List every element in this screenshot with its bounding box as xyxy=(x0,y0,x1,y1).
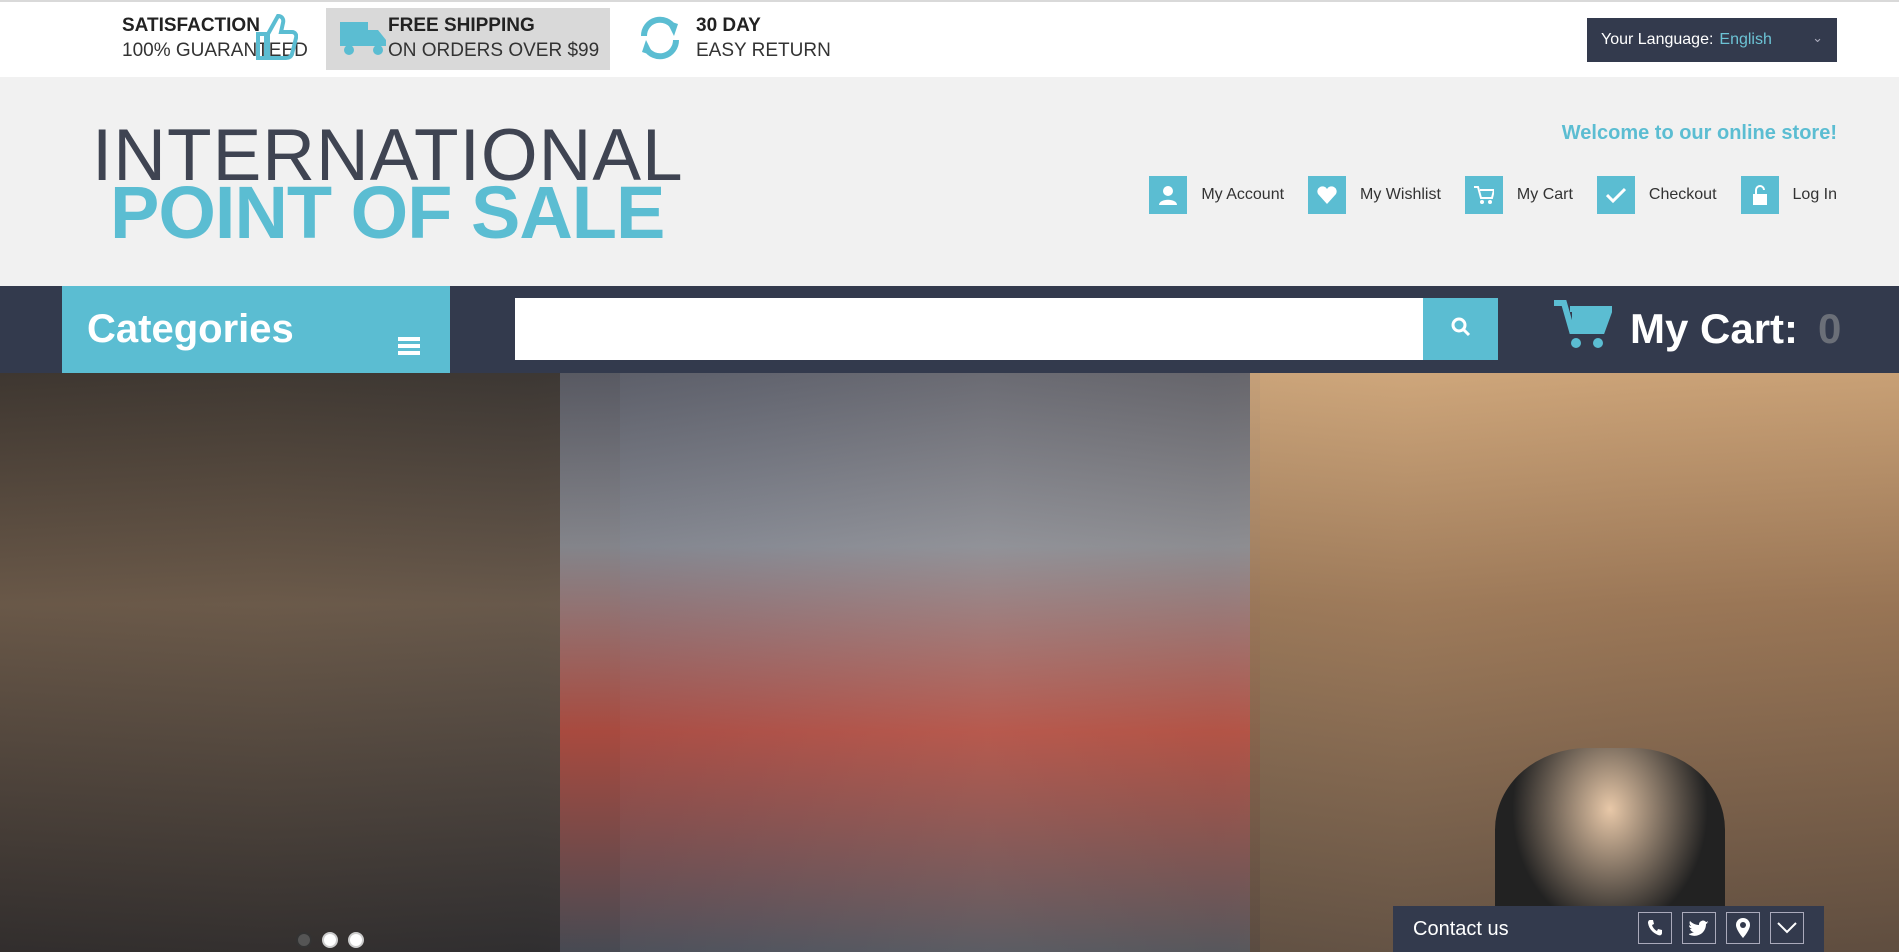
promo-easy-return: 30 DAY EASY RETURN xyxy=(636,8,866,70)
cart-count: 0 xyxy=(1818,305,1842,352)
promo-free-shipping: FREE SHIPPING ON ORDERS OVER $99 xyxy=(326,8,610,70)
categories-label: Categories xyxy=(87,307,294,351)
slider-dot[interactable] xyxy=(348,932,364,948)
contact-label: Contact us xyxy=(1413,917,1509,940)
promo-subtitle: EASY RETURN xyxy=(696,40,831,61)
language-value: English xyxy=(1719,31,1772,48)
convenience-store-scene xyxy=(560,373,1260,952)
link-label: My Cart xyxy=(1516,186,1573,203)
language-label: Your Language: xyxy=(1601,31,1714,48)
link-label: Log In xyxy=(1792,186,1837,203)
check-icon xyxy=(1596,176,1635,214)
restaurant-scene xyxy=(0,373,620,952)
link-label: My Wishlist xyxy=(1360,186,1441,203)
slider-dot[interactable] xyxy=(322,932,338,948)
refresh-icon xyxy=(636,14,684,67)
heart-icon xyxy=(1308,176,1347,214)
log-in-link[interactable]: Log In xyxy=(1740,176,1837,214)
cart-label: My Cart: xyxy=(1630,305,1799,352)
cart-icon xyxy=(1554,299,1615,359)
truck-icon xyxy=(340,18,388,63)
my-account-link[interactable]: My Account xyxy=(1149,176,1284,214)
categories-button[interactable]: Categories xyxy=(62,286,450,373)
hero-banner-image[interactable] xyxy=(0,373,1899,952)
cart-icon xyxy=(1464,176,1503,214)
phone-icon[interactable] xyxy=(1638,912,1672,944)
promo-title: 30 DAY xyxy=(696,15,761,36)
thumbs-up-icon xyxy=(250,12,299,67)
language-selector[interactable]: Your Language: English ⌄ xyxy=(1587,18,1837,62)
search-icon xyxy=(1451,317,1471,342)
slider-dots xyxy=(296,932,374,948)
contact-bar[interactable]: Contact us xyxy=(1393,906,1824,952)
unlock-icon xyxy=(1740,176,1779,214)
search-input[interactable] xyxy=(515,298,1423,360)
logo-line2[interactable]: POINT OF SALE xyxy=(110,176,665,250)
my-wishlist-link[interactable]: My Wishlist xyxy=(1308,176,1441,214)
my-cart-link[interactable]: My Cart xyxy=(1464,176,1573,214)
user-icon xyxy=(1149,176,1188,214)
chevron-down-icon: ⌄ xyxy=(1812,30,1823,45)
cart-summary[interactable]: My Cart: 0 xyxy=(1554,296,1841,362)
account-links: My Account My Wishlist My Cart Checkout … xyxy=(1125,176,1837,214)
map-pin-icon[interactable] xyxy=(1726,912,1760,944)
menu-icon xyxy=(398,320,420,365)
search-button[interactable] xyxy=(1423,298,1498,360)
promo-satisfaction: SATISFACTION 100% GUARANTEED xyxy=(122,8,308,70)
checkout-link[interactable]: Checkout xyxy=(1596,176,1717,214)
link-label: My Account xyxy=(1201,186,1285,203)
chevron-down-icon[interactable] xyxy=(1770,912,1804,944)
twitter-icon[interactable] xyxy=(1682,912,1716,944)
link-label: Checkout xyxy=(1648,186,1717,203)
promo-subtitle: ON ORDERS OVER $99 xyxy=(388,40,600,61)
promo-title: FREE SHIPPING xyxy=(388,15,535,36)
welcome-message: Welcome to our online store! xyxy=(1561,122,1837,144)
slider-dot[interactable] xyxy=(296,932,312,948)
